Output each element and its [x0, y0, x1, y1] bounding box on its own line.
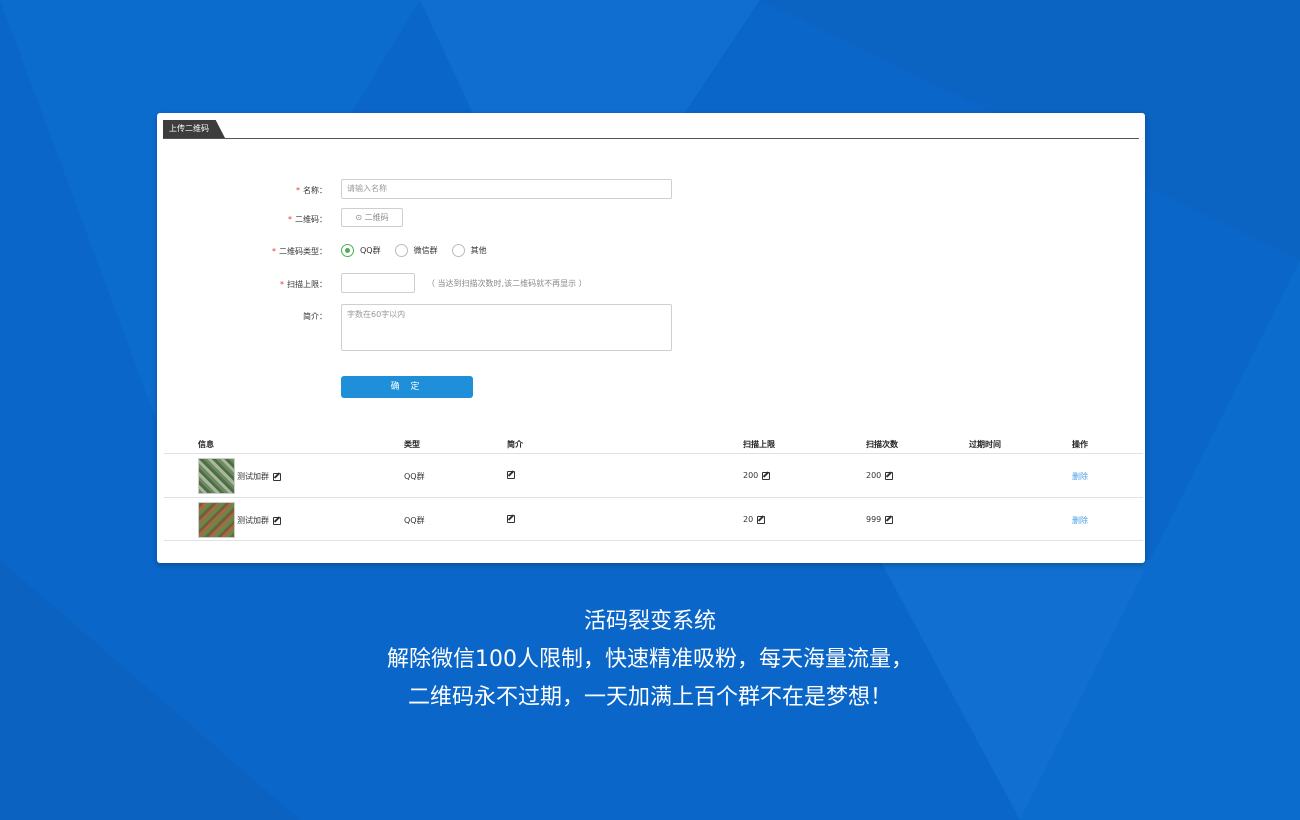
radio-other[interactable]: 其他 [451, 244, 487, 257]
th-count: 扫描次数 [866, 440, 898, 449]
edit-icon[interactable] [273, 516, 281, 525]
qr-thumbnail [198, 458, 235, 494]
row-type: QQ群 [404, 472, 425, 481]
table-header: 信息 类型 简介 扫描上限 扫描次数 过期时间 操作 [164, 433, 1143, 453]
row-count: 999 [866, 515, 894, 524]
intro-label: 简介： [303, 312, 327, 321]
row-name: 测试加群 [237, 515, 281, 526]
th-intro: 简介 [507, 440, 523, 449]
delete-link[interactable]: 删除 [1072, 471, 1088, 482]
limit-label: * 扫描上限： [280, 280, 327, 289]
edit-icon[interactable] [507, 471, 515, 479]
table-row: 测试加群 QQ群 20 999 删除 [164, 497, 1143, 541]
qr-upload-button[interactable]: ⊙ 二维码 [341, 208, 403, 227]
limit-hint: （ 当达到扫描次数时,该二维码就不再显示 ） [427, 279, 587, 288]
intro-textarea[interactable]: 字数在60字以内 [341, 304, 672, 351]
name-label: * 名称： [296, 186, 327, 195]
delete-link[interactable]: 删除 [1072, 515, 1088, 526]
row-count: 200 [866, 471, 894, 480]
th-limit: 扫描上限 [743, 440, 775, 449]
edit-icon[interactable] [507, 515, 515, 523]
row-intro [507, 515, 515, 523]
radio-icon [394, 244, 408, 257]
limit-input[interactable] [341, 273, 415, 293]
confirm-button[interactable]: 确 定 [341, 376, 473, 398]
edit-icon[interactable] [757, 515, 766, 524]
row-name: 测试加群 [237, 471, 281, 482]
radio-icon [451, 244, 465, 257]
tab-bar: 上传二维码 [163, 120, 1139, 139]
th-type: 类型 [404, 440, 420, 449]
edit-icon[interactable] [762, 471, 771, 480]
th-action: 操作 [1072, 440, 1088, 449]
row-limit: 20 [743, 515, 766, 524]
tab-upload-qrcode[interactable]: 上传二维码 [163, 120, 225, 138]
caption-title: 活码裂变系统 [583, 609, 716, 634]
caption-line-3: 二维码永不过期，一天加满上百个群不在是梦想！ [407, 685, 892, 710]
qr-thumbnail [198, 502, 235, 538]
type-label: * 二维码类型： [272, 247, 327, 256]
qr-label: * 二维码： [288, 215, 327, 224]
qrcode-table: 信息 类型 简介 扫描上限 扫描次数 过期时间 操作 测试加群 QQ群 200 … [164, 433, 1143, 541]
edit-icon[interactable] [273, 472, 281, 481]
caption-line-2: 解除微信100人限制，快速精准吸粉，每天海量流量， [387, 647, 913, 672]
th-expire: 过期时间 [969, 440, 1001, 449]
radio-checked-icon [341, 244, 354, 257]
edit-icon[interactable] [885, 515, 894, 524]
row-intro [507, 471, 515, 479]
name-input[interactable]: 请输入名称 [341, 179, 672, 199]
radio-qq[interactable]: QQ群 [341, 244, 381, 257]
type-radio-group: QQ群 微信群 其他 [341, 244, 501, 257]
th-info: 信息 [198, 440, 214, 449]
upload-card: 上传二维码 * 名称： 请输入名称 * 二维码： ⊙ 二维码 * 二维码类型： QQ群… [157, 113, 1145, 563]
radio-wechat[interactable]: 微信群 [394, 244, 438, 257]
edit-icon[interactable] [885, 471, 894, 480]
row-limit: 200 [743, 471, 771, 480]
table-row: 测试加群 QQ群 200 200 删除 [164, 453, 1143, 497]
row-type: QQ群 [404, 516, 425, 525]
